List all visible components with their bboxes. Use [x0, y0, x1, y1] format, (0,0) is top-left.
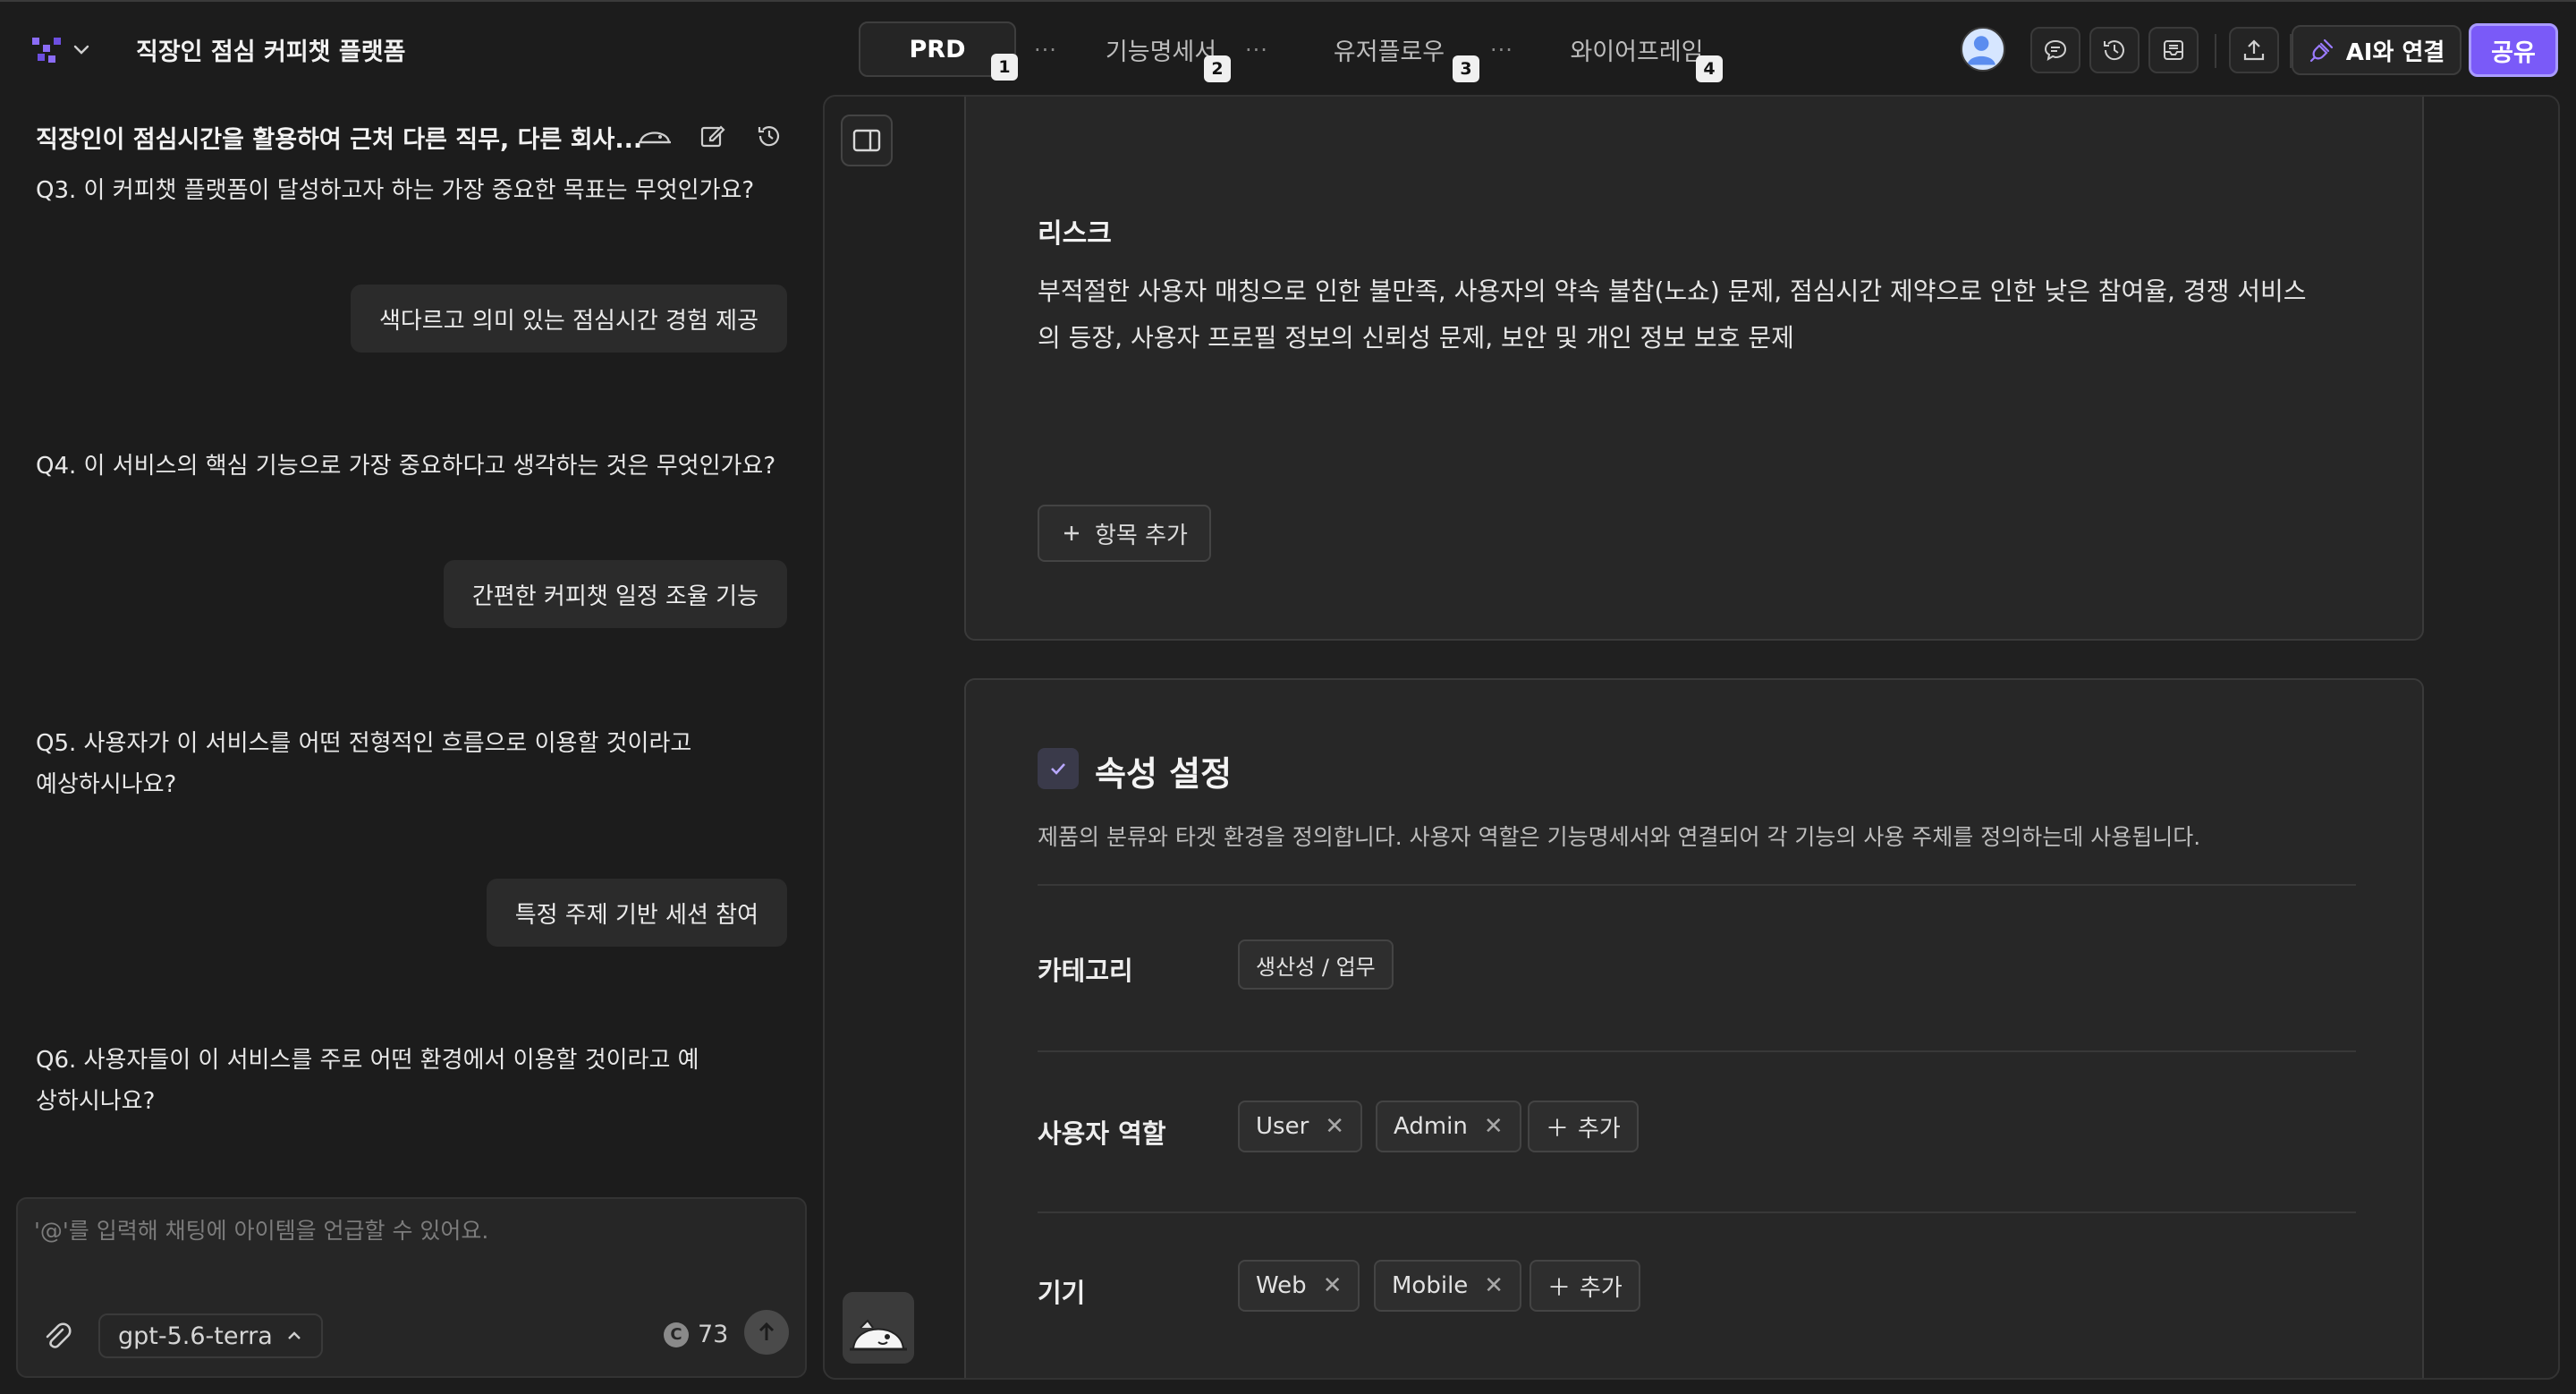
arrow-up-icon: [758, 1322, 775, 1340]
chat-bubble-icon: [2044, 39, 2067, 62]
chat-answer: 간편한 커피챗 일정 조율 기능: [443, 560, 787, 628]
chevron-up-icon: [287, 1331, 301, 1339]
history-icon[interactable]: [750, 116, 789, 156]
chat-input-box: gpt-5.6-terra C 73: [16, 1197, 807, 1378]
chat-answer: 색다르고 의미 있는 점심시간 경험 제공: [350, 285, 787, 353]
tab-label: 와이어프레임: [1570, 38, 1704, 66]
edit-icon[interactable]: [692, 116, 732, 156]
document-area: 리스크 부적절한 사용자 매칭으로 인한 불만족, 사용자의 약속 불참(노쇼)…: [823, 95, 2560, 1380]
device-chip: Web ✕: [1238, 1260, 1360, 1312]
chat-title: 직장인이 점심시간을 활용하여 근처 다른 직무, 다른 회사...: [36, 126, 643, 154]
chevron-down-icon[interactable]: [72, 39, 91, 59]
sidebar-icon: [852, 129, 881, 152]
risk-description[interactable]: 부적절한 사용자 매칭으로 인한 불만족, 사용자의 약속 불참(노쇼) 문제,…: [1038, 268, 2326, 361]
role-value: Admin: [1394, 1113, 1468, 1140]
divider: [1038, 884, 2356, 886]
chat-answer: 특정 주제 기반 세션 참여: [486, 879, 787, 947]
inbox-icon: [2164, 40, 2183, 60]
plus-icon: [1064, 526, 1079, 540]
close-icon[interactable]: ✕: [1323, 1272, 1343, 1299]
share-button[interactable]: 공유: [2469, 23, 2558, 77]
device-chip: Mobile ✕: [1374, 1260, 1522, 1312]
tab-user-flow[interactable]: 유저플로우: [1317, 21, 1462, 77]
category-chip[interactable]: 생산성 / 업무: [1238, 939, 1394, 990]
add-label: 추가: [1578, 1115, 1621, 1143]
chat-header-actions: [635, 116, 796, 156]
credits-count: 73: [698, 1321, 729, 1348]
devices-label: 기기: [1038, 1278, 1086, 1308]
section-title: 리스크: [1038, 218, 1112, 250]
device-value: Mobile: [1392, 1272, 1469, 1299]
plus-icon: ＋: [1547, 1274, 1572, 1302]
add-device-button[interactable]: ＋ 추가: [1530, 1260, 1640, 1312]
add-role-button[interactable]: ＋ 추가: [1528, 1101, 1639, 1152]
top-bar: 직장인 점심 커피챗 플랫폼 PRD 1 ··· 기능명세서 2 ··· 유저플…: [0, 0, 2576, 97]
user-avatar[interactable]: [1961, 27, 2005, 72]
tab-label: 기능명세서: [1105, 38, 1217, 66]
model-name: gpt-5.6-terra: [118, 1322, 273, 1350]
history-button[interactable]: [2089, 27, 2140, 73]
project-title[interactable]: 직장인 점심 커피챗 플랫폼: [136, 32, 405, 67]
attributes-section: 속성 설정 제품의 분류와 타겟 환경을 정의합니다. 사용자 역할은 기능명세…: [964, 678, 2424, 1378]
device-value: Web: [1256, 1272, 1307, 1299]
export-button[interactable]: [2229, 27, 2279, 73]
chat-question: Q4. 이 서비스의 핵심 기능으로 가장 중요하다고 생각하는 것은 무엇인가…: [36, 453, 776, 480]
credit-coin-icon: C: [664, 1322, 689, 1347]
role-chip: Admin ✕: [1376, 1101, 1521, 1152]
add-label: 추가: [1580, 1274, 1623, 1302]
divider: [1038, 1050, 2356, 1052]
inbox-button[interactable]: [2148, 27, 2199, 73]
mascot-icon[interactable]: [635, 116, 674, 156]
plus-icon: ＋: [1546, 1115, 1570, 1143]
tab-number-badge: 3: [1453, 55, 1479, 82]
plug-icon: [2309, 38, 2333, 63]
add-item-button[interactable]: 항목 추가: [1038, 505, 1211, 562]
close-icon[interactable]: ✕: [1484, 1272, 1504, 1299]
check-icon[interactable]: [1038, 748, 1079, 789]
sidebar-toggle-button[interactable]: [841, 115, 893, 166]
send-button[interactable]: [744, 1310, 789, 1355]
role-chip: User ✕: [1238, 1101, 1363, 1152]
tab-number-badge: 1: [991, 54, 1018, 81]
tab-connector-dots: ···: [1490, 38, 1513, 63]
app-logo-icon[interactable]: [30, 34, 63, 66]
paperclip-icon[interactable]: [39, 1319, 75, 1355]
add-item-label: 항목 추가: [1095, 522, 1188, 549]
section-title: 속성 설정: [1095, 754, 1233, 794]
roles-label: 사용자 역할: [1038, 1118, 1166, 1149]
chat-question: Q5. 사용자가 이 서비스를 어떤 전형적인 흐름으로 이용할 것이라고 예상…: [36, 730, 692, 798]
tab-connector-dots: ···: [1034, 38, 1057, 63]
section-description: 제품의 분류와 타겟 환경을 정의합니다. 사용자 역할은 기능명세서와 연결되…: [1038, 824, 2201, 850]
ai-connect-label: AI와 연결: [2345, 38, 2445, 66]
category-label: 카테고리: [1038, 956, 1133, 986]
tab-label: 유저플로우: [1333, 38, 1445, 66]
divider: [1038, 1211, 2356, 1213]
tab-number-badge: 4: [1696, 55, 1723, 82]
tab-label: PRD: [909, 35, 966, 64]
toolbar-divider: [2215, 34, 2216, 68]
upload-icon: [2243, 39, 2265, 61]
chat-input[interactable]: [34, 1213, 785, 1276]
close-icon[interactable]: ✕: [1325, 1113, 1344, 1140]
chat-question: Q6. 사용자들이 이 서비스를 주로 어떤 환경에서 이용할 것이라고 예상하…: [36, 1047, 699, 1115]
tab-number-badge: 2: [1204, 55, 1231, 82]
role-value: User: [1256, 1113, 1309, 1140]
chat-question: Q3. 이 커피챗 플랫폼이 달성하고자 하는 가장 중요한 목표는 무엇인가요…: [36, 177, 755, 204]
model-selector[interactable]: gpt-5.6-terra: [98, 1313, 323, 1358]
risk-section: 리스크 부적절한 사용자 매칭으로 인한 불만족, 사용자의 약속 불참(노쇼)…: [964, 97, 2424, 641]
category-value: 생산성 / 업무: [1256, 954, 1376, 980]
comments-button[interactable]: [2030, 27, 2080, 73]
history-icon: [2104, 40, 2124, 61]
ai-connect-button[interactable]: AI와 연결: [2292, 25, 2462, 75]
mascot-avatar[interactable]: [843, 1292, 914, 1364]
close-icon[interactable]: ✕: [1484, 1113, 1504, 1140]
credits-display: C 73: [664, 1321, 728, 1348]
tab-connector-dots: ···: [1245, 38, 1268, 63]
